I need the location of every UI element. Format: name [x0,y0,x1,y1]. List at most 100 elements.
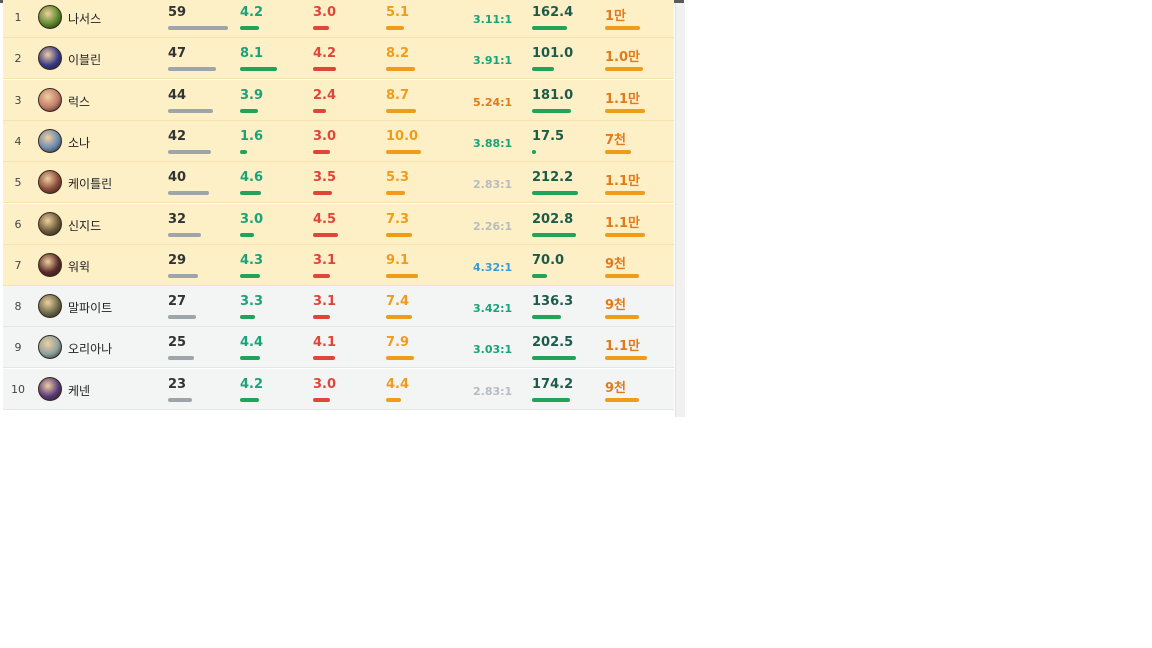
cs-bar [532,26,567,30]
table-row[interactable]: 2 이블린 47 8.1 4.2 8.2 101.0 1.0만 3.91:1 [3,38,674,80]
games-value: 32 [168,211,187,227]
champion-avatar[interactable] [38,87,62,112]
kda-ratio: 5.24:1 [473,95,513,109]
champion-avatar[interactable] [38,170,62,195]
champion-name[interactable]: 케이틀린 [68,175,112,192]
kills-value: 8.1 [240,46,264,62]
assists-bar [386,232,412,237]
assists-bar [386,26,404,30]
table-row[interactable]: 6 신지드 32 3.0 4.5 7.3 202.8 1.1만 2.26:1 [3,203,674,245]
games-bar [168,191,209,196]
games-value: 47 [168,46,187,62]
champion-name[interactable]: 나서스 [68,10,101,27]
gold-bar [605,273,639,278]
table-row[interactable]: 4 소나 42 1.6 3.0 10.0 17.5 7천 3.88:1 [3,120,674,162]
assists-bar [386,67,415,72]
champion-stats-table: 1 나서스 59 4.2 3.0 5.1 162.4 1만 3.11:1 2 이블린 47 8.1 4.2… [3,0,674,414]
champion-name[interactable]: 이블린 [68,51,101,68]
assists-value: 5.3 [386,170,410,186]
champion-name[interactable]: 소나 [68,134,90,151]
cs-value: 174.2 [532,376,574,392]
assists-value: 4.4 [386,376,410,392]
table-row[interactable]: 3 럭스 44 3.9 2.4 8.7 181.0 1.1만 5.24:1 [3,79,674,121]
assists-bar [386,191,405,196]
deaths-value: 3.0 [313,376,337,392]
gold-value: 9천 [605,256,627,272]
cs-bar [532,191,578,196]
gold-value: 1.1만 [605,339,640,355]
cs-value: 70.0 [532,252,565,268]
rank-number: 5 [14,176,22,190]
assists-bar [386,356,414,361]
champion-avatar[interactable] [38,5,62,29]
deaths-value: 4.1 [313,335,337,351]
champion-avatar[interactable] [38,46,62,71]
cs-bar [532,108,571,113]
games-value: 23 [168,376,187,392]
champion-name[interactable]: 럭스 [68,93,90,110]
games-value: 29 [168,252,187,268]
cs-bar [532,356,576,361]
cs-bar [532,67,554,72]
games-bar [168,108,213,113]
champion-avatar[interactable] [38,335,62,360]
table-row[interactable]: 5 케이틀린 40 4.6 3.5 5.3 212.2 1.1만 2.83:1 [3,162,674,204]
cs-bar [532,397,570,402]
rank-number: 7 [14,258,22,272]
rank-number: 3 [14,93,22,107]
gold-bar [605,356,647,361]
assists-value: 9.1 [386,252,410,268]
assists-bar [386,397,401,402]
table-row[interactable]: 1 나서스 59 4.2 3.0 5.1 162.4 1만 3.11:1 [3,0,674,38]
kills-value: 1.6 [240,128,264,144]
assists-value: 7.9 [386,335,410,351]
kda-ratio: 2.83:1 [473,178,513,192]
champion-avatar[interactable] [38,252,62,277]
kills-value: 3.3 [240,294,264,310]
cs-value: 212.2 [532,170,574,186]
table-row[interactable]: 9 오리아나 25 4.4 4.1 7.9 202.5 1.1만 3.03:1 [3,327,674,369]
kda-ratio: 3.42:1 [473,302,513,316]
champion-name[interactable]: 오리아나 [68,340,112,357]
kills-bar [240,315,255,320]
games-bar [168,67,216,72]
champion-name[interactable]: 케넨 [68,382,90,399]
gold-value: 1.1만 [605,215,640,231]
scrollbar-track[interactable] [675,3,685,417]
champion-avatar[interactable] [38,128,62,153]
deaths-value: 4.5 [313,211,337,227]
gold-value: 1.0만 [605,50,640,66]
deaths-value: 3.1 [313,252,337,268]
champion-name[interactable]: 신지드 [68,217,101,234]
cs-value: 181.0 [532,87,574,103]
gold-bar [605,191,645,196]
cs-value: 202.5 [532,335,574,351]
kills-value: 4.2 [240,376,264,392]
cs-bar [532,273,547,278]
kills-bar [240,232,254,237]
deaths-bar [313,108,326,113]
kda-ratio: 4.32:1 [473,260,513,274]
table-row[interactable]: 8 말파이트 27 3.3 3.1 7.4 136.3 9천 3.42:1 [3,286,674,328]
table-row[interactable]: 10 케넨 23 4.2 3.0 4.4 174.2 9천 2.83:1 [3,368,674,410]
kda-ratio: 3.11:1 [473,13,513,26]
champion-avatar[interactable] [38,376,62,401]
rank-number: 2 [14,52,22,66]
deaths-value: 3.1 [313,294,337,310]
deaths-bar [313,356,335,361]
assists-bar [386,273,418,278]
games-value: 25 [168,335,187,351]
kills-bar [240,26,259,30]
champion-avatar[interactable] [38,294,62,319]
deaths-bar [313,315,330,320]
champion-name[interactable]: 말파이트 [68,299,112,316]
table-row[interactable]: 7 워윅 29 4.3 3.1 9.1 70.0 9천 4.32:1 [3,244,674,286]
kills-bar [240,149,247,154]
assists-value: 10.0 [386,128,419,144]
gold-value: 1.1만 [605,91,640,107]
champion-name[interactable]: 워윅 [68,258,90,275]
champion-avatar[interactable] [38,211,62,236]
gold-value: 9천 [605,380,627,396]
rank-number: 10 [11,382,25,396]
gold-bar [605,26,640,30]
